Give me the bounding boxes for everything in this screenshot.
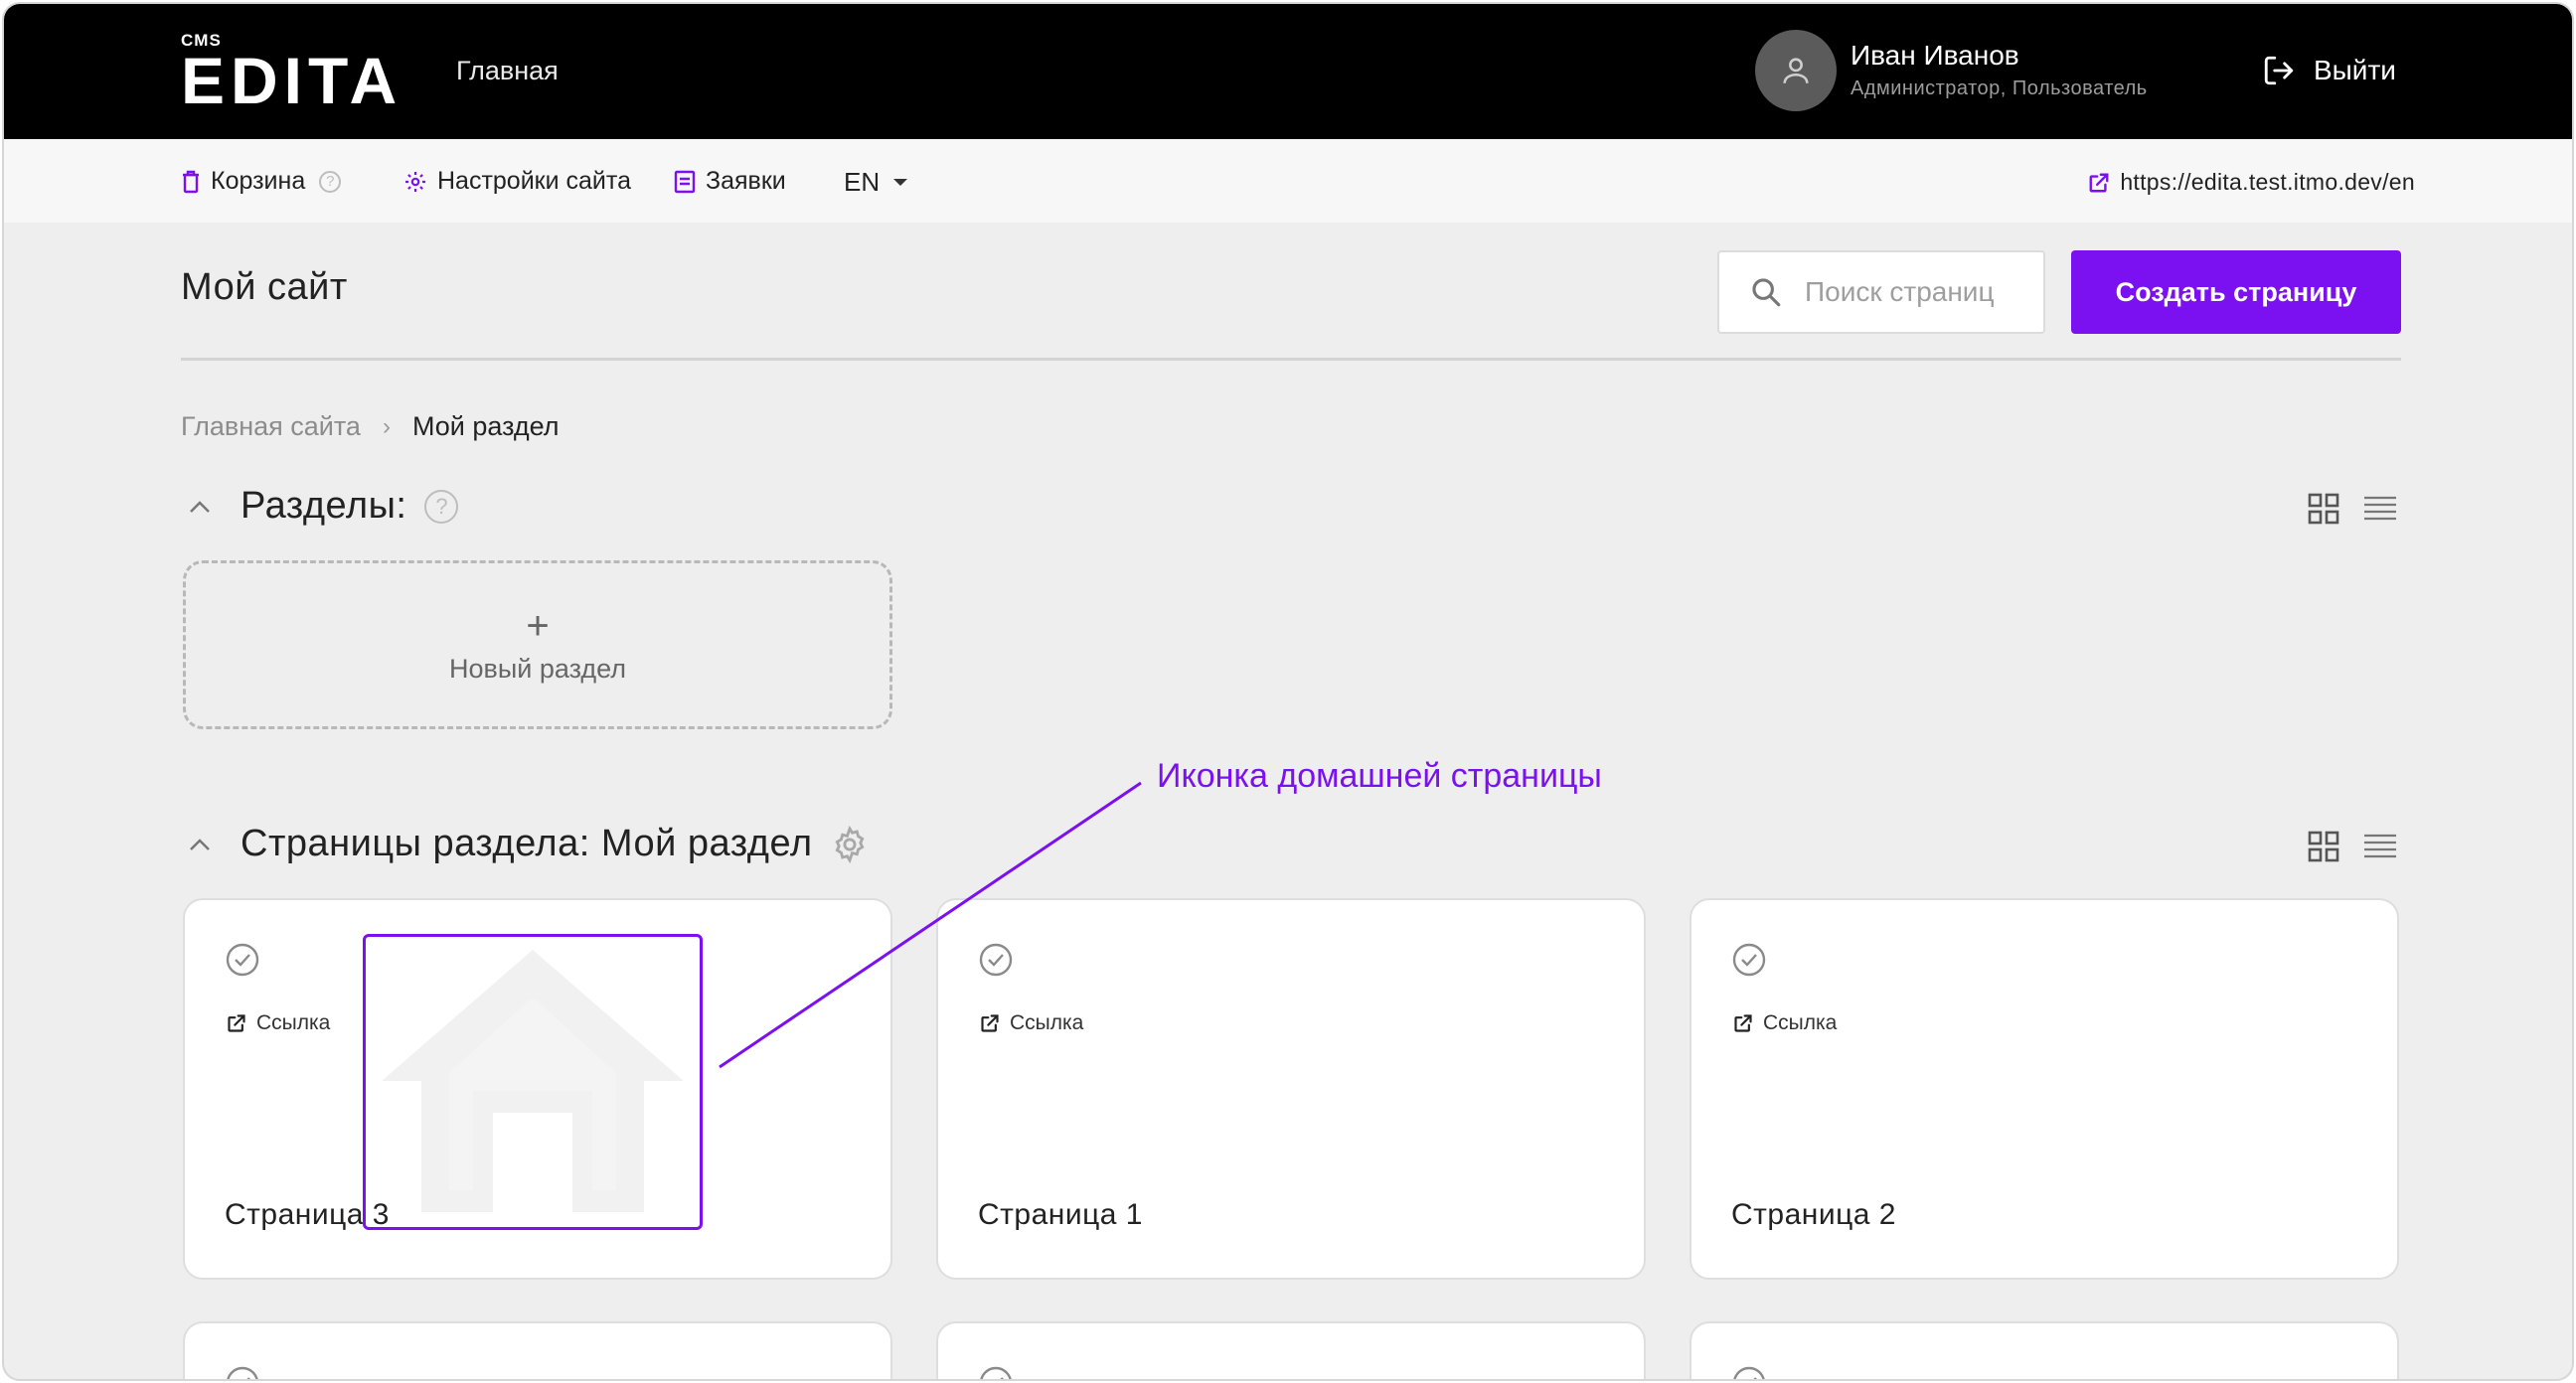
- new-section-label: Новый раздел: [449, 653, 626, 684]
- check-circle-icon: [980, 1366, 1012, 1379]
- breadcrumb-current: Мой раздел: [411, 411, 560, 441]
- requests-link[interactable]: Заявки: [674, 167, 786, 196]
- page-card-title: Страница 1: [978, 1198, 1143, 1231]
- trash-label: Корзина: [211, 167, 306, 195]
- trash-icon: [183, 170, 199, 193]
- grid-view-icon[interactable]: [2308, 831, 2339, 862]
- site-toolbar: Корзина ? Настройки сайта Заявки EN http…: [4, 139, 2572, 223]
- page-card[interactable]: [936, 1321, 1646, 1379]
- external-link-icon: [981, 1014, 999, 1032]
- new-section-button[interactable]: + Новый раздел: [183, 560, 892, 729]
- logout-label: Выйти: [2314, 55, 2396, 85]
- pages-view-toggle: [2308, 831, 2397, 862]
- site-url: https://edita.test.itmo.dev/en: [2120, 169, 2415, 195]
- caret-down-icon: [893, 179, 908, 186]
- logo-name: EDITA: [181, 44, 403, 117]
- logout-button[interactable]: Выйти: [2262, 54, 2396, 87]
- page-card-title: Страница 2: [1731, 1198, 1896, 1231]
- chevron-up-icon[interactable]: [189, 838, 211, 851]
- page-card[interactable]: Ссылка Страница 3: [183, 898, 892, 1280]
- header-divider: [181, 358, 2401, 361]
- page-card[interactable]: [183, 1321, 892, 1379]
- top-header: CMS EDITA Главная Иван Иванов Администра…: [4, 4, 2572, 139]
- app-window: CMS EDITA Главная Иван Иванов Администра…: [2, 2, 2574, 1381]
- help-icon[interactable]: ?: [319, 170, 342, 193]
- requests-label: Заявки: [706, 167, 786, 195]
- pages-header: Страницы раздела: Мой раздел: [189, 823, 869, 865]
- page-link-label: Ссылка: [1010, 1011, 1084, 1034]
- check-circle-icon: [1732, 943, 1766, 977]
- gear-icon: [405, 171, 425, 192]
- check-circle-icon: [227, 1366, 258, 1379]
- user-icon: [1783, 58, 1809, 83]
- page-link-label: Ссылка: [256, 1011, 331, 1034]
- chevron-up-icon[interactable]: [189, 500, 211, 514]
- page-card[interactable]: [1690, 1321, 2399, 1379]
- page-card-title: Страница 3: [225, 1198, 390, 1231]
- page-link[interactable]: Ссылка: [227, 1011, 330, 1035]
- pages-title: Страницы раздела: Мой раздел: [241, 823, 813, 864]
- page-link-label: Ссылка: [1763, 1011, 1838, 1034]
- document-icon: [674, 170, 696, 193]
- site-settings-link[interactable]: Настройки сайта: [403, 167, 631, 196]
- user-roles: Администратор, Пользователь: [1851, 77, 2148, 99]
- sections-view-toggle: [2308, 493, 2397, 525]
- search-icon: [1752, 278, 1781, 307]
- page-link[interactable]: Ссылка: [1733, 1011, 1837, 1035]
- page-card[interactable]: Ссылка Страница 1: [936, 898, 1646, 1280]
- trash-link[interactable]: Корзина ?: [181, 167, 342, 196]
- logo[interactable]: CMS EDITA: [181, 32, 403, 117]
- logout-icon: [2264, 56, 2294, 85]
- language-select[interactable]: EN: [844, 167, 908, 198]
- sections-title: Разделы:: [241, 485, 407, 527]
- site-url-link[interactable]: https://edita.test.itmo.dev/en: [2088, 169, 2415, 196]
- user-name: Иван Иванов: [1851, 40, 2019, 71]
- check-circle-icon: [979, 943, 1013, 977]
- page-card[interactable]: Ссылка Страница 2: [1690, 898, 2399, 1280]
- breadcrumb-separator: ›: [382, 412, 391, 440]
- plus-icon: +: [526, 603, 550, 648]
- annotation-label: Иконка домашней страницы: [1157, 757, 1602, 795]
- list-view-icon[interactable]: [2363, 833, 2397, 860]
- sections-header: Разделы: ?: [189, 485, 459, 528]
- breadcrumb-root[interactable]: Главная сайта: [181, 411, 361, 442]
- create-page-button[interactable]: Создать страницу: [2071, 250, 2401, 334]
- site-settings-label: Настройки сайта: [437, 167, 631, 195]
- search-box[interactable]: [1717, 250, 2045, 334]
- avatar[interactable]: [1755, 30, 1837, 111]
- page-link[interactable]: Ссылка: [980, 1011, 1083, 1035]
- external-link-icon: [228, 1014, 245, 1032]
- language-value: EN: [844, 167, 881, 197]
- list-view-icon[interactable]: [2363, 495, 2397, 523]
- grid-view-icon[interactable]: [2308, 493, 2339, 525]
- external-link-icon: [2089, 173, 2109, 192]
- gear-icon[interactable]: [831, 825, 869, 863]
- external-link-icon: [1734, 1014, 1752, 1032]
- check-circle-icon: [226, 943, 259, 977]
- nav-home-link[interactable]: Главная: [456, 56, 559, 86]
- page-title: Мой сайт: [181, 266, 348, 308]
- breadcrumb: Главная сайта › Мой раздел: [181, 411, 560, 442]
- help-icon[interactable]: ?: [424, 489, 459, 524]
- check-circle-icon: [1733, 1366, 1765, 1379]
- search-input[interactable]: [1805, 276, 2023, 308]
